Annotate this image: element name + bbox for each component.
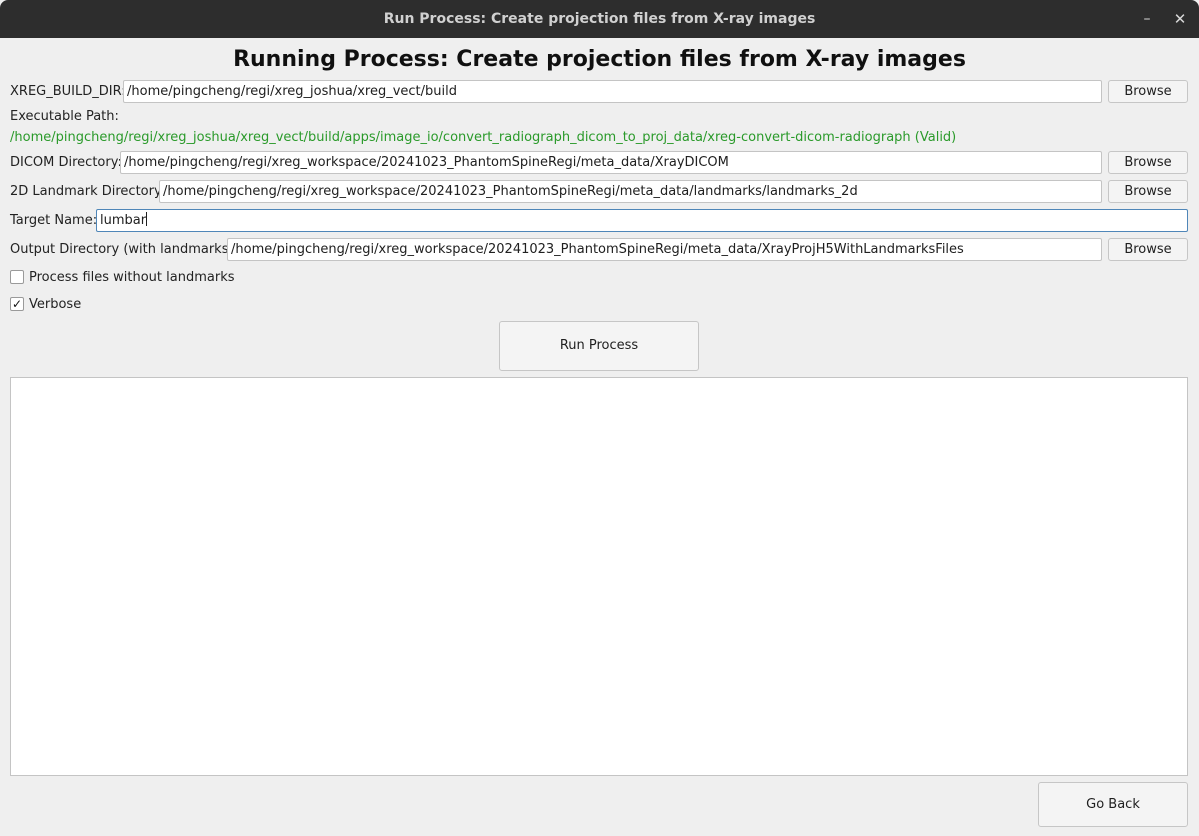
title-bar[interactable]: Run Process: Create projection files fro…: [0, 0, 1199, 38]
close-icon[interactable]: ✕: [1169, 8, 1191, 30]
dicom-dir-label: DICOM Directory:: [10, 155, 122, 170]
target-name-label: Target Name:: [10, 213, 98, 228]
window-title: Run Process: Create projection files fro…: [383, 11, 816, 27]
browse-build-dir-button[interactable]: Browse: [1108, 80, 1188, 103]
verbose-label[interactable]: Verbose: [29, 297, 81, 312]
build-dir-label: XREG_BUILD_DIR:: [10, 84, 126, 99]
browse-landmark-dir-button[interactable]: Browse: [1108, 180, 1188, 203]
no-landmarks-label[interactable]: Process files without landmarks: [29, 270, 235, 285]
output-dir-input[interactable]: /home/pingcheng/regi/xreg_workspace/2024…: [227, 238, 1102, 261]
executable-path-status: /home/pingcheng/regi/xreg_joshua/xreg_ve…: [10, 130, 957, 145]
verbose-checkbox[interactable]: ✓: [10, 297, 24, 311]
browse-dicom-dir-button[interactable]: Browse: [1108, 151, 1188, 174]
app-window: Run Process: Create projection files fro…: [0, 0, 1199, 836]
landmark-dir-label: 2D Landmark Directory:: [10, 184, 166, 199]
output-dir-label: Output Directory (with landmarks):: [10, 242, 238, 257]
process-output-console[interactable]: [10, 377, 1188, 776]
run-process-button[interactable]: Run Process: [499, 321, 699, 371]
build-dir-input[interactable]: /home/pingcheng/regi/xreg_joshua/xreg_ve…: [123, 80, 1102, 103]
minimize-icon[interactable]: –: [1136, 8, 1158, 30]
checkmark-icon: ✓: [11, 297, 23, 311]
target-name-input[interactable]: lumbar: [96, 209, 1188, 232]
executable-path-label: Executable Path:: [10, 109, 119, 124]
page-title: Running Process: Create projection files…: [233, 47, 966, 72]
no-landmarks-checkbox[interactable]: [10, 270, 24, 284]
landmark-dir-input[interactable]: /home/pingcheng/regi/xreg_workspace/2024…: [159, 180, 1102, 203]
target-name-value: lumbar: [100, 213, 147, 228]
text-cursor: [146, 212, 148, 226]
dicom-dir-input[interactable]: /home/pingcheng/regi/xreg_workspace/2024…: [120, 151, 1102, 174]
browse-output-dir-button[interactable]: Browse: [1108, 238, 1188, 261]
go-back-button[interactable]: Go Back: [1038, 782, 1188, 827]
